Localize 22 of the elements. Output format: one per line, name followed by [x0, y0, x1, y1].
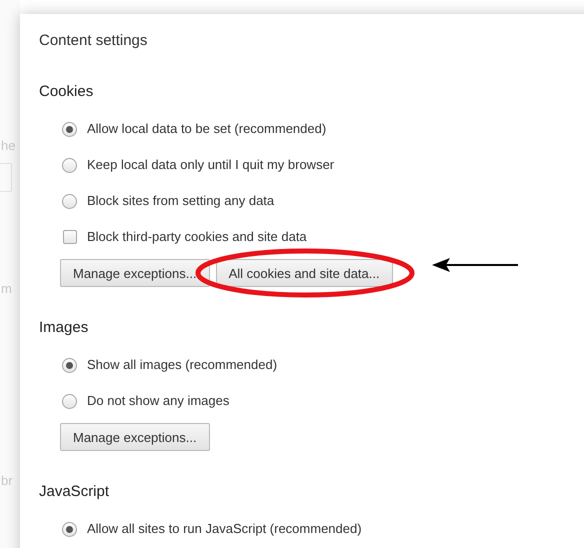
option-label[interactable]: Allow all sites to run JavaScript (recommended) [87, 521, 362, 537]
dialog-button[interactable]: All cookies and site data... [216, 259, 393, 287]
dialog-button[interactable]: Manage exceptions... [60, 259, 210, 287]
section-title: Cookies [39, 82, 94, 102]
radio-button[interactable] [62, 358, 77, 372]
option-label[interactable]: Block third-party cookies and site data [87, 229, 307, 245]
section-title: JavaScript [39, 482, 110, 502]
radio-button[interactable] [62, 158, 77, 172]
option-label[interactable]: Do not show any images [87, 393, 230, 409]
dialog-title: Content settings [39, 31, 148, 51]
section-title: Images [39, 318, 90, 338]
radio-button[interactable] [62, 394, 77, 408]
dialog-button[interactable]: Manage exceptions... [60, 423, 210, 451]
radio-button[interactable] [62, 522, 77, 536]
radio-button[interactable] [62, 122, 77, 136]
checkbox[interactable] [63, 230, 77, 244]
background-field [0, 163, 12, 192]
option-label[interactable]: Show all images (recommended) [87, 357, 278, 373]
option-label[interactable]: Keep local data only until I quit my browser [87, 157, 334, 173]
option-label[interactable]: Block sites from setting any data [87, 193, 274, 209]
option-label[interactable]: Allow local data to be set (recommended) [87, 121, 326, 137]
radio-button[interactable] [62, 194, 77, 208]
